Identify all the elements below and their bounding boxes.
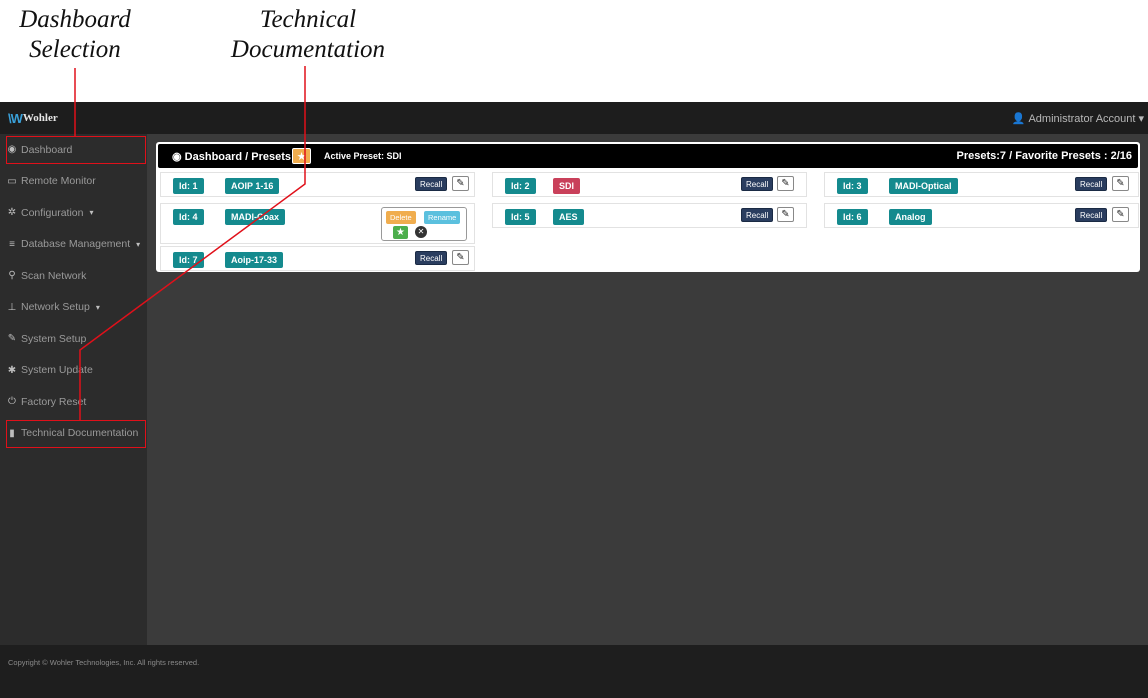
technical-documentation-annotation: Technical Documentation bbox=[218, 5, 398, 65]
recall-button[interactable]: Recall bbox=[415, 177, 448, 191]
recall-button[interactable]: Recall bbox=[415, 251, 448, 265]
sitemap-icon: ⊥ bbox=[7, 301, 17, 313]
favorites-star-button[interactable]: ★ bbox=[292, 148, 311, 164]
search-icon: ⚲ bbox=[8, 270, 16, 282]
preset-name-badge[interactable]: SDI bbox=[553, 178, 581, 194]
copyright-text: Copyright © Wohler Technologies, Inc. Al… bbox=[8, 658, 200, 667]
preset-id-badge: Id: 1 bbox=[173, 178, 204, 194]
recall-button[interactable]: Recall bbox=[1075, 208, 1108, 222]
preset-name-badge[interactable]: MADI-Optical bbox=[889, 178, 958, 194]
preset-card: Id: 6 Analog Recall ✎ bbox=[824, 203, 1139, 228]
preset-card: Id: 1 AOIP 1-16 Recall ✎ bbox=[160, 172, 475, 197]
preset-name-badge[interactable]: Analog bbox=[889, 209, 932, 225]
edit-icon[interactable]: ✎ bbox=[1112, 176, 1129, 191]
sidebar-item-configuration[interactable]: ✲ Configuration ▾ bbox=[0, 197, 147, 229]
preset-id-badge: Id: 5 bbox=[505, 209, 536, 225]
delete-button[interactable]: Delete bbox=[386, 211, 416, 224]
annotation-line: Documentation bbox=[230, 36, 386, 63]
edit-icon[interactable]: ✎ bbox=[777, 176, 794, 191]
wrench-icon: ✎ bbox=[7, 333, 17, 345]
edit-icon[interactable]: ✎ bbox=[1112, 207, 1129, 222]
technical-documentation-highlight-box bbox=[6, 420, 146, 448]
sidebar-item-label: System Update bbox=[21, 364, 93, 377]
favorite-star-icon[interactable]: ★ bbox=[393, 226, 408, 239]
preset-card: Id: 4 MADI-Coax Delete Rename ★ ✕ bbox=[160, 203, 475, 244]
account-menu[interactable]: 👤 Administrator Account ▾ bbox=[1011, 112, 1144, 126]
preset-name-badge[interactable]: AES bbox=[553, 209, 584, 225]
preset-summary: Presets:7 / Favorite Presets : 2/16 bbox=[956, 150, 1132, 162]
recall-button[interactable]: Recall bbox=[741, 208, 774, 222]
monitor-icon: ▭ bbox=[7, 175, 17, 187]
dashboard-icon: ◉ bbox=[172, 151, 182, 163]
sidebar-item-label: Factory Reset bbox=[21, 395, 87, 408]
database-icon: ≡ bbox=[9, 238, 15, 250]
annotation-line: Dashboard bbox=[19, 6, 131, 33]
logo-text: Wohler bbox=[22, 112, 58, 124]
edit-icon[interactable]: ✎ bbox=[452, 250, 469, 265]
logo-mark-icon: \W bbox=[8, 110, 23, 126]
presets-panel: ◉ Dashboard / Presets ★ Active Preset: S… bbox=[156, 142, 1140, 272]
power-icon: ⏻ bbox=[8, 396, 16, 408]
caret-down-icon: ▾ bbox=[89, 208, 94, 218]
recall-button[interactable]: Recall bbox=[1075, 177, 1108, 191]
active-preset-label: Active Preset: SDI bbox=[324, 151, 402, 161]
gear-icon: ✱ bbox=[7, 364, 17, 376]
preset-id-badge: Id: 6 bbox=[837, 209, 868, 225]
sidebar-item-system-update[interactable]: ✱ System Update bbox=[0, 355, 147, 387]
sidebar-item-database-management[interactable]: ≡ Database Management ▾ bbox=[0, 229, 147, 261]
preset-card: Id: 7 Aoip-17-33 Recall ✎ bbox=[160, 246, 475, 271]
dashboard-selection-annotation: Dashboard Selection bbox=[0, 5, 150, 65]
sidebar-item-label: Network Setup bbox=[21, 301, 90, 314]
user-icon: 👤 bbox=[1011, 113, 1026, 125]
sidebar-item-label: System Setup bbox=[21, 332, 87, 345]
recall-button[interactable]: Recall bbox=[741, 177, 774, 191]
preset-id-badge: Id: 7 bbox=[173, 252, 204, 268]
presets-panel-header: ◉ Dashboard / Presets ★ Active Preset: S… bbox=[158, 144, 1138, 168]
preset-name-badge[interactable]: Aoip-17-33 bbox=[225, 252, 284, 268]
caret-down-icon: ▾ bbox=[136, 239, 141, 249]
annotation-line: Selection bbox=[29, 36, 121, 63]
sidebar-item-label: Scan Network bbox=[21, 269, 87, 282]
preset-name-badge[interactable]: MADI-Coax bbox=[225, 209, 286, 225]
preset-name-badge[interactable]: AOIP 1-16 bbox=[225, 178, 280, 194]
preset-card: Id: 5 AES Recall ✎ bbox=[492, 203, 807, 228]
sidebar-item-system-setup[interactable]: ✎ System Setup bbox=[0, 323, 147, 355]
preset-card: Id: 2 SDI Recall ✎ bbox=[492, 172, 807, 197]
account-label: Administrator Account bbox=[1028, 112, 1136, 125]
sidebar-item-label: Configuration bbox=[21, 206, 84, 219]
sidebar: ◉ Dashboard ▭ Remote Monitor ✲ Configuration ▾… bbox=[0, 134, 147, 645]
sidebar-item-label: Remote Monitor bbox=[21, 175, 96, 188]
panel-title-text: Dashboard / Presets bbox=[184, 151, 292, 163]
footer: Copyright © Wohler Technologies, Inc. Al… bbox=[0, 645, 1148, 698]
top-navbar: \W Wohler 👤 Administrator Account ▾ bbox=[0, 102, 1148, 134]
app-window: \W Wohler 👤 Administrator Account ▾ ◉ Das… bbox=[0, 102, 1148, 698]
edit-icon[interactable]: ✎ bbox=[777, 207, 794, 222]
sidebar-item-scan-network[interactable]: ⚲ Scan Network bbox=[0, 260, 147, 292]
preset-id-badge: Id: 3 bbox=[837, 178, 868, 194]
cogs-icon: ✲ bbox=[7, 207, 17, 219]
edit-icon[interactable]: ✎ bbox=[452, 176, 469, 191]
dashboard-highlight-box bbox=[6, 136, 146, 164]
preset-id-badge: Id: 4 bbox=[173, 209, 204, 225]
caret-down-icon: ▾ bbox=[95, 302, 100, 312]
close-icon[interactable]: ✕ bbox=[415, 226, 427, 238]
preset-card: Id: 3 MADI-Optical Recall ✎ bbox=[824, 172, 1139, 197]
preset-id-badge: Id: 2 bbox=[505, 178, 536, 194]
annotation-line: Technical bbox=[259, 6, 357, 33]
wohler-logo[interactable]: \W Wohler bbox=[8, 110, 58, 126]
preset-edit-popover: Delete Rename ★ ✕ bbox=[381, 207, 467, 241]
sidebar-item-network-setup[interactable]: ⊥ Network Setup ▾ bbox=[0, 292, 147, 324]
sidebar-item-label: Database Management bbox=[21, 238, 131, 251]
rename-button[interactable]: Rename bbox=[424, 211, 461, 224]
sidebar-item-factory-reset[interactable]: ⏻ Factory Reset bbox=[0, 386, 147, 418]
panel-title: ◉ Dashboard / Presets bbox=[172, 150, 291, 163]
caret-down-icon: ▾ bbox=[1138, 113, 1144, 125]
sidebar-item-remote-monitor[interactable]: ▭ Remote Monitor bbox=[0, 166, 147, 198]
